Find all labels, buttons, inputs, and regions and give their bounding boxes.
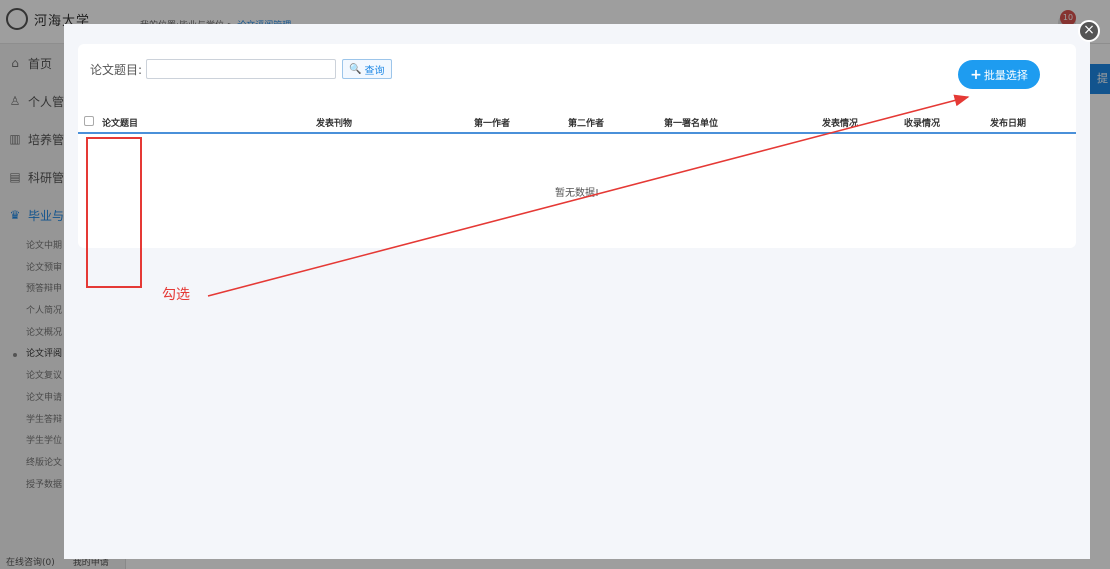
search-button[interactable]: 🔍 查询 [342, 59, 392, 79]
modal-panel: 论文题目: 🔍 查询 + 批量选择 论文题目 发表刊物 第一作者 第二作者 第一… [78, 44, 1076, 248]
search-button-label: 查询 [364, 65, 385, 77]
column-header[interactable]: 收录情况 [904, 116, 940, 129]
table-header: 论文题目 发表刊物 第一作者 第二作者 第一署名单位 发表情况 收录情况 发布日… [78, 110, 1076, 134]
column-header[interactable]: 第一署名单位 [664, 116, 718, 129]
empty-state-text: 暂无数据! [554, 188, 599, 199]
column-header[interactable]: 发布日期 [990, 116, 1026, 129]
batch-select-label: 批量选择 [983, 68, 1028, 82]
plus-icon: + [970, 66, 982, 83]
search-icon: 🔍 [349, 63, 362, 75]
paper-select-modal: 论文题目: 🔍 查询 + 批量选择 论文题目 发表刊物 第一作者 第二作者 第一… [64, 24, 1090, 559]
column-header[interactable]: 发表刊物 [316, 116, 352, 129]
batch-select-button[interactable]: + 批量选择 [958, 60, 1040, 89]
column-header[interactable]: 第一作者 [474, 116, 510, 129]
select-all-checkbox[interactable] [84, 116, 94, 126]
search-label: 论文题目: [90, 62, 143, 77]
annotation-label: 勾选 [162, 287, 190, 303]
annotation-highlight-box [86, 137, 142, 288]
search-row: 论文题目: 🔍 查询 [90, 58, 392, 80]
column-header[interactable]: 第二作者 [568, 116, 604, 129]
close-icon[interactable]: × [1078, 20, 1100, 42]
column-header[interactable]: 论文题目 [102, 116, 138, 129]
paper-title-input[interactable] [146, 59, 337, 79]
column-header[interactable]: 发表情况 [822, 116, 858, 129]
